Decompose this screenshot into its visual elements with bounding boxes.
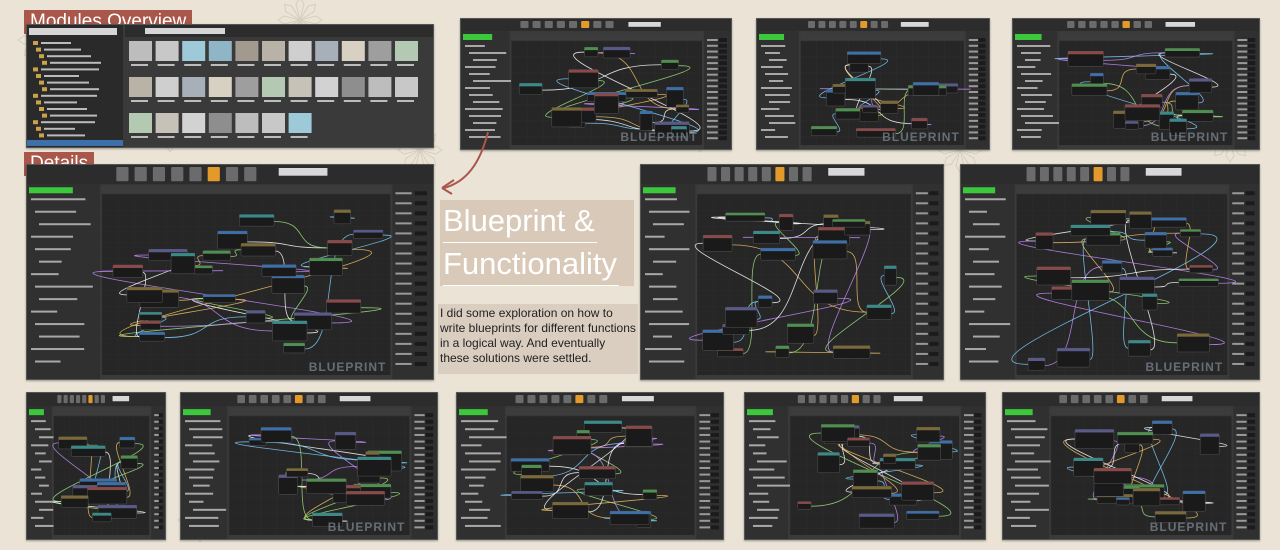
svg-text:BLUEPRINT: BLUEPRINT [1151, 130, 1229, 144]
svg-text:BLUEPRINT: BLUEPRINT [620, 130, 698, 144]
blueprint-title-box: Blueprint & Functionality [440, 200, 634, 286]
blueprint-screenshot-bottom-1 [26, 392, 166, 540]
blueprint-details-screenshot: BLUEPRINT [26, 164, 434, 380]
svg-text:BLUEPRINT: BLUEPRINT [309, 360, 387, 374]
svg-text:BLUEPRINT: BLUEPRINT [882, 130, 960, 144]
blueprint-screenshot-mid-2: BLUEPRINT [960, 164, 1260, 380]
blueprint-screenshot-top-2: BLUEPRINT [756, 18, 990, 150]
blueprint-screenshot-bottom-4 [744, 392, 986, 540]
blueprint-title-line-1: Blueprint & [443, 200, 597, 243]
blueprint-title-line-2: Functionality [443, 243, 620, 286]
blueprint-screenshot-top-1: BLUEPRINT [460, 18, 732, 150]
blueprint-screenshot-bottom-5: BLUEPRINT [1002, 392, 1260, 540]
blueprint-screenshot-top-3: BLUEPRINT [1012, 18, 1260, 150]
modules-browser-screenshot [26, 24, 434, 148]
svg-text:BLUEPRINT: BLUEPRINT [328, 520, 406, 534]
svg-text:BLUEPRINT: BLUEPRINT [1150, 520, 1228, 534]
blueprint-screenshot-bottom-2: BLUEPRINT [180, 392, 438, 540]
curved-arrow-icon [441, 131, 489, 195]
svg-text:BLUEPRINT: BLUEPRINT [1146, 360, 1224, 374]
blueprint-screenshot-bottom-3 [456, 392, 724, 540]
blueprint-description: I did some exploration on how to write b… [438, 304, 638, 374]
blueprint-screenshot-mid-1 [640, 164, 944, 380]
